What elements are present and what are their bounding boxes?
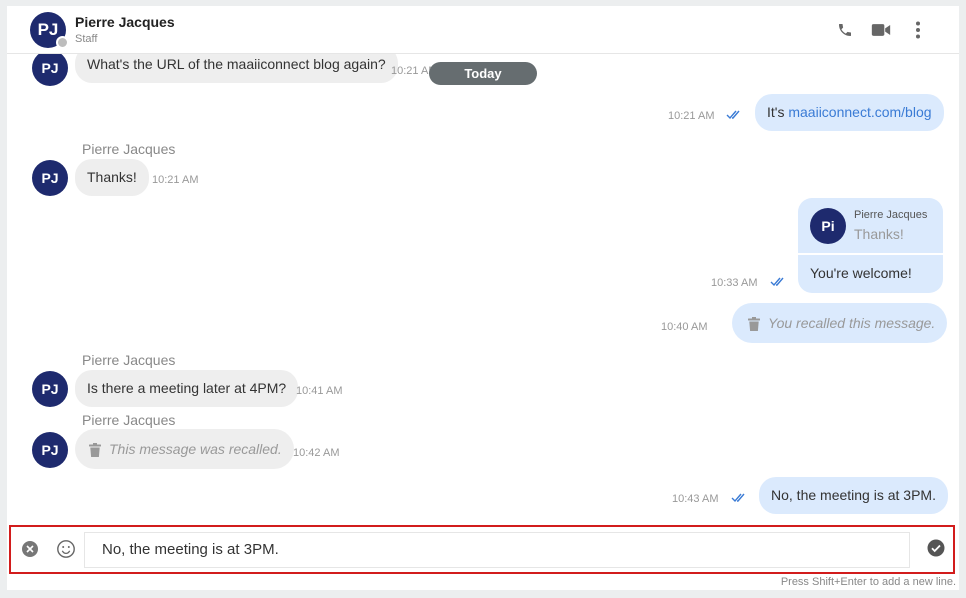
- message-time: 10:21 AM: [668, 110, 715, 122]
- voice-call-button[interactable]: [833, 19, 857, 41]
- incoming-message[interactable]: What's the URL of the maaiiconnect blog …: [75, 54, 398, 83]
- more-vertical-icon: [916, 21, 920, 39]
- outgoing-message[interactable]: No, the meeting is at 3PM.: [759, 477, 948, 514]
- message-time: 10:43 AM: [672, 493, 719, 505]
- video-camera-icon: [871, 24, 891, 36]
- sender-name: Pierre Jacques: [82, 141, 176, 157]
- incoming-message[interactable]: Thanks!: [75, 159, 149, 196]
- quoted-text: Thanks!: [854, 226, 904, 242]
- message-time: 10:40 AM: [661, 321, 708, 333]
- read-receipt-icon: [731, 493, 745, 503]
- clear-button[interactable]: [21, 540, 39, 558]
- sender-name: Pierre Jacques: [82, 352, 176, 368]
- recalled-message[interactable]: You recalled this message.: [732, 303, 948, 343]
- presence-indicator: [56, 36, 69, 49]
- read-receipt-icon: [726, 110, 740, 120]
- message-text: It's: [767, 104, 789, 120]
- sender-avatar[interactable]: PJ: [32, 371, 68, 407]
- more-options-button[interactable]: [906, 19, 930, 41]
- quoted-avatar: Pi: [810, 208, 846, 244]
- date-separator: Today: [429, 62, 537, 85]
- message-time: 10:42 AM: [293, 447, 340, 459]
- message-time: 10:21 AM: [152, 174, 199, 186]
- sender-avatar[interactable]: PJ: [32, 54, 68, 86]
- emoji-icon: [57, 540, 75, 558]
- message-time: 10:41 AM: [296, 385, 343, 397]
- contact-name[interactable]: Pierre Jacques: [75, 14, 175, 30]
- trash-icon: [89, 443, 101, 458]
- message-composer: No, the meeting is at 3PM.: [9, 525, 955, 574]
- quoted-message[interactable]: Pi Pierre Jacques Thanks!: [798, 198, 943, 255]
- chat-panel: PJ Pierre Jacques Staff PJ What's the UR…: [7, 6, 959, 590]
- message-time: 10:33 AM: [711, 277, 758, 289]
- video-call-button[interactable]: [869, 19, 893, 41]
- quoted-sender: Pierre Jacques: [854, 209, 928, 221]
- message-list[interactable]: PJ What's the URL of the maaiiconnect bl…: [7, 54, 959, 524]
- send-button[interactable]: [927, 539, 945, 557]
- phone-icon: [839, 24, 851, 36]
- message-input[interactable]: No, the meeting is at 3PM.: [84, 532, 910, 568]
- chat-header: PJ Pierre Jacques Staff: [7, 6, 959, 54]
- message-text: You're welcome!: [810, 265, 912, 281]
- read-receipt-icon: [770, 277, 784, 287]
- send-icon: [927, 539, 945, 557]
- recalled-text: This message was recalled.: [109, 441, 282, 457]
- sender-avatar[interactable]: PJ: [32, 160, 68, 196]
- sender-name: Pierre Jacques: [82, 412, 176, 428]
- sender-avatar[interactable]: PJ: [32, 432, 68, 468]
- contact-role: Staff: [75, 33, 98, 45]
- trash-icon: [748, 317, 760, 332]
- emoji-button[interactable]: [56, 539, 76, 559]
- outgoing-message[interactable]: It's maaiiconnect.com/blog: [755, 94, 944, 131]
- recalled-message[interactable]: This message was recalled.: [75, 429, 294, 469]
- clear-icon: [22, 541, 38, 557]
- outgoing-reply-message[interactable]: Pi Pierre Jacques Thanks! You're welcome…: [798, 198, 943, 293]
- recalled-text: You recalled this message.: [768, 315, 936, 331]
- input-hint: Press Shift+Enter to add a new line.: [780, 576, 956, 588]
- message-link[interactable]: maaiiconnect.com/blog: [788, 104, 931, 120]
- incoming-message[interactable]: Is there a meeting later at 4PM?: [75, 370, 299, 407]
